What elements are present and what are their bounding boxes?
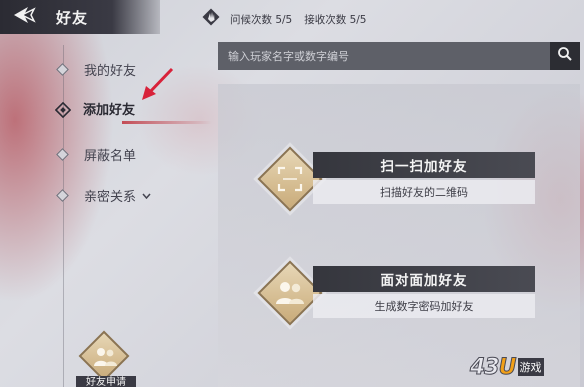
active-underline [122,121,212,124]
greet-count: 问候次数 5/5 [230,13,293,26]
nav-item-label: 屏蔽名单 [84,149,137,164]
scan-add-friend-button[interactable]: 扫一扫加好友 扫描好友的二维码 [255,144,555,224]
diamond-bullet-icon [56,63,69,76]
counters-bar: 问候次数 5/5 接收次数 5/5 [200,8,367,30]
nav-item-add-friend[interactable]: 添加好友 [52,99,212,124]
sidebar-divider [63,45,64,387]
back-button[interactable] [0,0,50,34]
action-title: 扫一扫加好友 [380,159,468,175]
active-target-icon [54,101,72,118]
scan-frame-icon [272,161,308,197]
nav-item-blocked-list[interactable]: 屏蔽名单 [52,145,136,164]
action-subtitle-bar: 扫描好友的二维码 [313,180,535,204]
hand-wave-icon [200,6,222,32]
friend-request-button[interactable]: 好友申请 [72,330,138,387]
action-subtitle: 扫描好友的二维码 [380,186,468,199]
search-input[interactable] [218,42,550,70]
nav-item-label: 亲密关系 [84,190,137,205]
face-to-face-add-button[interactable]: 面对面加好友 生成数字密码加好友 [255,258,555,338]
site-watermark-logo: 43U 游戏 [470,350,544,384]
diamond-bullet-icon [56,148,69,161]
nav-item-my-friends[interactable]: 我的好友 [52,60,136,79]
nav-item-intimate-relations[interactable]: 亲密关系 [52,186,151,205]
search-button[interactable] [550,42,580,70]
watermark-main: 43U [470,354,517,380]
nav-item-label: 添加好友 [83,103,136,118]
action-title-bar: 扫一扫加好友 [313,152,535,178]
red-arrow-annotation [138,66,178,102]
search-bar [218,42,580,70]
friend-request-label: 好友申请 [76,376,136,387]
header-bar: 好友 [0,0,160,34]
action-title-bar: 面对面加好友 [313,266,535,292]
action-subtitle-bar: 生成数字密码加好友 [313,294,535,318]
watermark-suffix: 游戏 [517,358,544,376]
action-title: 面对面加好友 [380,273,468,289]
content-panel [218,84,580,387]
receive-count: 接收次数 5/5 [304,13,367,26]
page-title: 好友 [56,8,89,27]
two-people-icon [272,275,308,311]
action-subtitle: 生成数字密码加好友 [374,300,474,313]
people-icon [89,341,121,373]
search-icon [557,46,573,66]
diamond-bullet-icon [56,189,69,202]
back-arrow-icon [12,5,38,29]
nav-item-label: 我的好友 [84,64,137,79]
chevron-down-icon [142,189,151,202]
